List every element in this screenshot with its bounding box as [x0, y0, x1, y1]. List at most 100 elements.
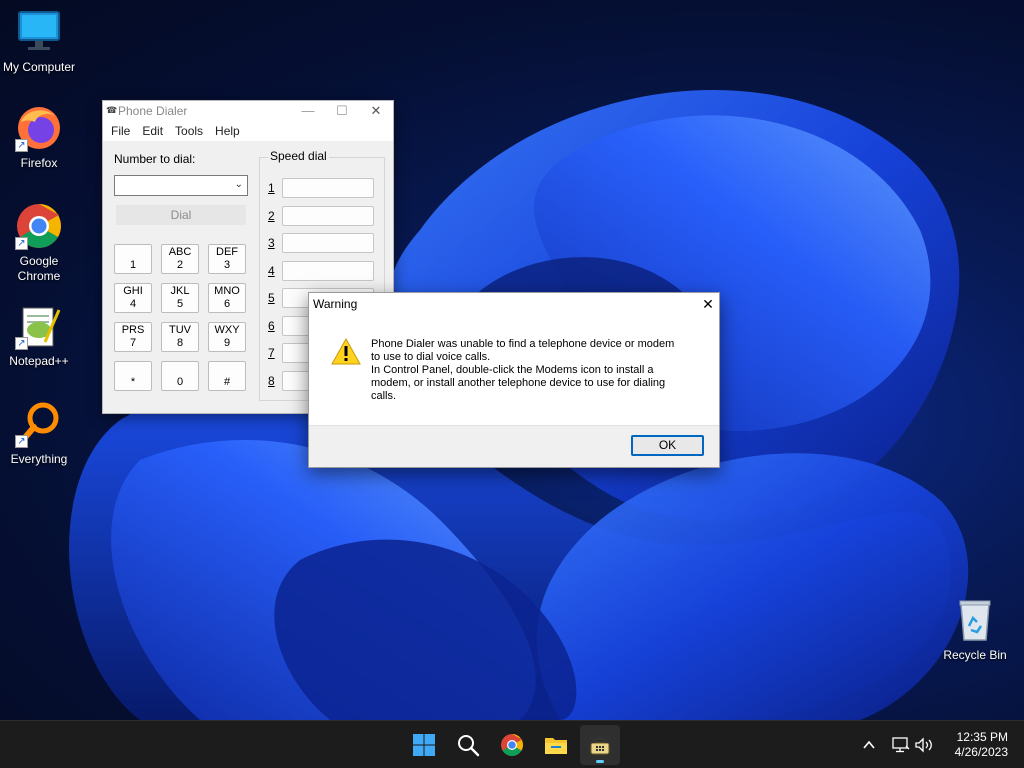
keypad-key-letters: [115, 363, 151, 376]
network-volume-tray[interactable]: [888, 721, 936, 768]
keypad-key-0[interactable]: 0: [161, 361, 199, 391]
speed-dial-number: 3: [268, 236, 275, 250]
speed-dial-button[interactable]: [282, 233, 374, 253]
warning-title: Warning: [313, 297, 358, 311]
keypad-key-6[interactable]: MNO 6: [208, 283, 246, 313]
speed-dial-button[interactable]: [282, 178, 374, 198]
desktop-icon-my-computer[interactable]: My Computer: [0, 8, 78, 75]
speed-dial-number: 2: [268, 208, 275, 223]
dialer-title: Phone Dialer: [118, 104, 188, 118]
keypad-key-digit: 1: [129, 259, 137, 271]
speed-dial-number: 8: [268, 373, 275, 388]
keypad-key-letters: [162, 363, 198, 376]
menu-help[interactable]: Help: [209, 121, 246, 141]
keypad-key-digit: 2: [176, 259, 184, 271]
chevron-down-icon[interactable]: ⌄: [235, 179, 243, 190]
desktop-icon-label: Google Chrome: [17, 254, 61, 283]
keypad-key-hash[interactable]: #: [208, 361, 246, 391]
keypad-key-digit: 9: [223, 337, 231, 349]
keypad-key-letters: WXY: [214, 324, 240, 336]
shortcut-arrow-icon: ↗: [15, 139, 28, 152]
keypad-key-5[interactable]: JKL 5: [161, 283, 199, 313]
speed-dial-number: 1: [268, 181, 275, 195]
close-button[interactable]: ✕: [359, 101, 393, 121]
desktop: My Computer ↗ Firefox ↗ Google Chrome ↗ …: [0, 0, 1024, 720]
keypad-key-letters: ABC: [168, 246, 192, 258]
keypad-key-digit: 4: [129, 298, 137, 310]
warning-message-line: calls.: [371, 390, 397, 402]
close-button[interactable]: ✕: [697, 293, 719, 315]
firefox-icon: ↗: [15, 104, 63, 152]
start-button[interactable]: [404, 725, 444, 765]
keypad-key-1[interactable]: 1: [114, 244, 152, 274]
dial-button[interactable]: Dial: [116, 205, 246, 225]
keypad-key-7[interactable]: PRS 7: [114, 322, 152, 352]
keypad-key-letters: MNO: [214, 285, 240, 297]
dialer-title-bar[interactable]: ☎ Phone Dialer — ☐ ✕: [103, 101, 393, 121]
menu-file[interactable]: File: [105, 121, 136, 141]
monitor-icon: [15, 8, 63, 56]
search-button[interactable]: [448, 725, 488, 765]
desktop-icon-notepad-plus-plus[interactable]: ↗ Notepad++: [0, 302, 78, 369]
chrome-icon: ↗: [15, 202, 63, 250]
warning-message-line: to use to dial voice calls.: [371, 351, 491, 363]
speed-dial-number: 6: [268, 318, 275, 333]
clock-date: 4/26/2023: [954, 745, 1008, 759]
warning-message-line: Phone Dialer was unable to find a teleph…: [371, 338, 675, 350]
taskbar-file-explorer-button[interactable]: [536, 725, 576, 765]
speed-dial-button[interactable]: [282, 260, 374, 281]
taskbar-chrome-button[interactable]: [492, 725, 532, 765]
speed-dial-number: 4: [268, 263, 275, 278]
show-hidden-icons-button[interactable]: [858, 721, 880, 768]
warning-message-line: modem, or install another telephone devi…: [371, 377, 666, 389]
dialer-menu-bar: File Edit Tools Help: [103, 121, 393, 141]
shortcut-arrow-icon: ↗: [15, 337, 28, 350]
keypad-key-letters: TUV: [169, 324, 191, 336]
chrome-icon: [501, 734, 523, 756]
keypad-key-letters: JKL: [170, 285, 190, 297]
speed-dial-button[interactable]: [282, 205, 374, 226]
warning-title-bar[interactable]: Warning ✕: [309, 293, 719, 315]
keypad-key-9[interactable]: WXY 9: [208, 322, 246, 352]
phone-dialer-icon: [590, 737, 610, 755]
desktop-icon-google-chrome[interactable]: ↗ Google Chrome: [0, 202, 78, 284]
desktop-icon-firefox[interactable]: ↗ Firefox: [0, 104, 78, 171]
start-icon: [413, 734, 435, 756]
ok-button[interactable]: OK: [631, 435, 704, 456]
phone-dialer-app-icon: ☎: [106, 105, 118, 115]
desktop-icon-label: Everything: [10, 452, 68, 466]
desktop-icon-label: Firefox: [20, 156, 58, 170]
maximize-button[interactable]: ☐: [325, 101, 359, 121]
shortcut-arrow-icon: ↗: [15, 435, 28, 448]
speed-dial-number: 7: [268, 346, 275, 360]
active-app-indicator: [596, 760, 604, 763]
minimize-button[interactable]: —: [291, 101, 325, 121]
search-icon: [458, 735, 480, 757]
keypad-key-4[interactable]: GHI 4: [114, 283, 152, 313]
keypad-key-3[interactable]: DEF 3: [208, 244, 246, 274]
warning-message-line: In Control Panel, double-click the Modem…: [371, 364, 654, 376]
volume-icon: [915, 737, 932, 753]
menu-edit[interactable]: Edit: [136, 121, 169, 141]
keypad-key-8[interactable]: TUV 8: [161, 322, 199, 352]
taskbar-clock[interactable]: 12:35 PM 4/26/2023: [955, 730, 1008, 760]
keypad-key-digit: 7: [129, 337, 137, 349]
keypad-key-star[interactable]: *: [114, 361, 152, 391]
keypad-key-digit: 8: [176, 337, 184, 349]
desktop-icon-everything[interactable]: ↗ Everything: [0, 400, 78, 467]
taskbar-phone-dialer-button[interactable]: [580, 725, 620, 765]
desktop-icon-recycle-bin[interactable]: Recycle Bin: [936, 596, 1014, 663]
keypad-key-digit: #: [223, 376, 231, 388]
desktop-icon-label: Recycle Bin: [943, 648, 1007, 662]
number-to-dial-combobox[interactable]: ⌄: [114, 175, 248, 196]
number-to-dial-label: Number to dial:: [114, 152, 196, 166]
speed-dial-number: 5: [268, 291, 275, 305]
magnifier-icon: ↗: [15, 400, 63, 448]
menu-tools[interactable]: Tools: [169, 121, 209, 141]
keypad-key-letters: [115, 246, 151, 259]
keypad-key-2[interactable]: ABC 2: [161, 244, 199, 274]
warning-icon: [331, 338, 361, 365]
desktop-icon-label: My Computer: [2, 60, 76, 74]
chevron-up-icon: [863, 740, 875, 749]
warning-footer: OK: [309, 425, 719, 467]
